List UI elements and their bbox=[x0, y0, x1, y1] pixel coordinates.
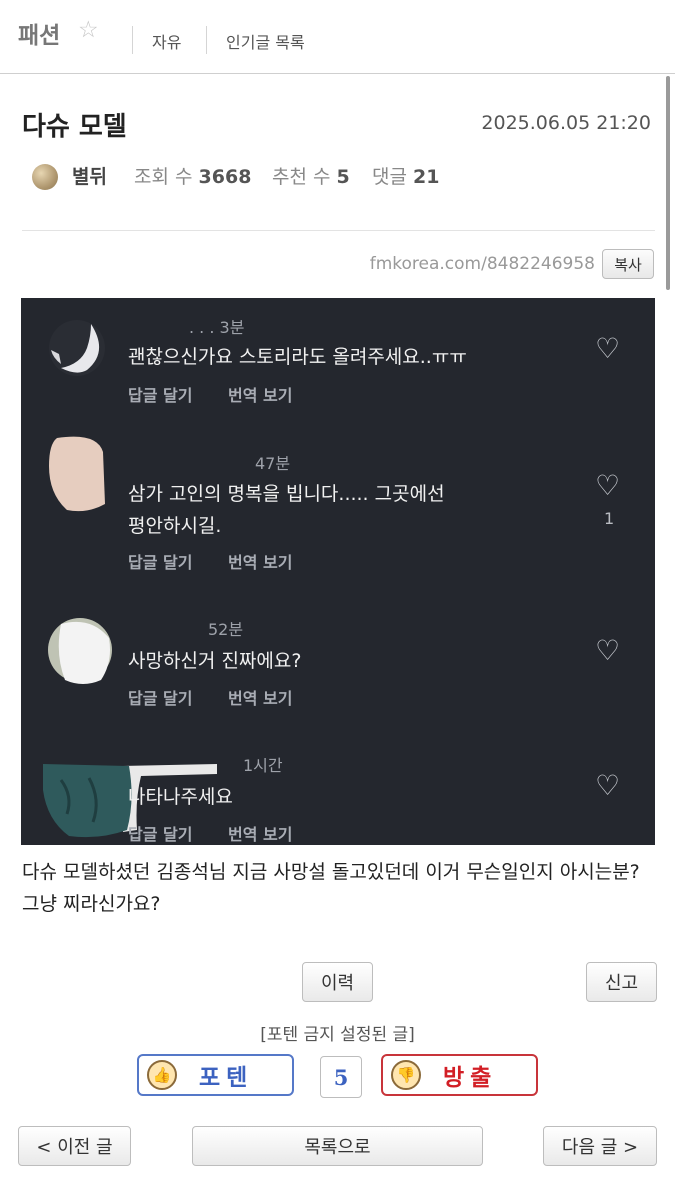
tab-popular-list[interactable]: 인기글 목록 bbox=[226, 29, 305, 53]
comment-text: 삼가 고인의 명복을 빕니다..... 그곳에선 평안하시길. bbox=[128, 483, 445, 537]
author-avatar[interactable] bbox=[32, 164, 58, 190]
like-count: 1 bbox=[604, 509, 615, 528]
thumbs-up-face-icon: 👍 bbox=[147, 1060, 177, 1090]
comment-time: 47분 bbox=[255, 454, 291, 473]
embedded-screenshot: . . . 3분 괜찮으신가요 스토리라도 올려주세요..ㅠㅠ 답글 달기 번역… bbox=[21, 298, 655, 845]
comment-count[interactable]: 댓글 21 bbox=[372, 162, 439, 189]
back-to-list-button[interactable]: 목록으로 bbox=[192, 1126, 483, 1166]
translate-link: 번역 보기 bbox=[228, 553, 293, 572]
comment-time: 52분 bbox=[208, 620, 244, 639]
nav-divider bbox=[206, 26, 207, 54]
nav-divider bbox=[132, 26, 133, 54]
translate-link: 번역 보기 bbox=[228, 825, 293, 844]
heart-icon: ♡ bbox=[595, 469, 621, 502]
comment-text: 사망하신거 진짜에요? bbox=[128, 650, 302, 672]
thumbs-down-face-icon: 👎 bbox=[391, 1060, 421, 1090]
comment-time: 1시간 bbox=[243, 756, 283, 775]
commenter-avatar bbox=[47, 614, 113, 686]
vote-count: 추천 수 5 bbox=[272, 166, 350, 188]
potential-ban-notice: [포텐 금지 설정된 글] bbox=[260, 1025, 415, 1045]
board-header: 패션 ☆ 자유 인기글 목록 bbox=[0, 0, 675, 74]
favorite-star-icon[interactable]: ☆ bbox=[78, 19, 99, 42]
reply-link: 답글 달기 bbox=[128, 689, 193, 708]
next-post-button[interactable]: 다음 글 > bbox=[543, 1126, 657, 1166]
history-button[interactable]: 이력 bbox=[302, 962, 373, 1002]
divider bbox=[22, 230, 655, 231]
scrollbar-thumb[interactable] bbox=[666, 76, 670, 290]
heart-icon: ♡ bbox=[595, 769, 621, 802]
reply-link: 답글 달기 bbox=[128, 386, 193, 405]
vote-total: 5 bbox=[320, 1056, 362, 1098]
commenter-avatar bbox=[47, 318, 107, 378]
downvote-button[interactable]: 👎 방출 bbox=[381, 1054, 538, 1096]
author-name[interactable]: 별뒤 bbox=[72, 162, 107, 189]
post-body: 다슈 모델하셨던 김종석님 지금 사망설 돌고있던데 이거 무슨일인지 아시는분… bbox=[22, 861, 640, 915]
report-button[interactable]: 신고 bbox=[586, 962, 657, 1002]
translate-link: 번역 보기 bbox=[228, 689, 293, 708]
upvote-button[interactable]: 👍 포텐 bbox=[137, 1054, 294, 1096]
previous-post-button[interactable]: < 이전 글 bbox=[18, 1126, 131, 1166]
heart-icon: ♡ bbox=[595, 332, 621, 365]
upvote-label: 포텐 bbox=[199, 1064, 254, 1091]
downvote-label: 방출 bbox=[443, 1064, 498, 1091]
heart-icon: ♡ bbox=[595, 634, 621, 667]
translate-link: 번역 보기 bbox=[228, 386, 293, 405]
post-title: 다슈 모델 bbox=[22, 112, 127, 142]
view-count: 조회 수 3668 bbox=[134, 166, 252, 188]
tab-free[interactable]: 자유 bbox=[152, 29, 181, 53]
board-name[interactable]: 패션 bbox=[18, 16, 60, 50]
commenter-avatar bbox=[47, 434, 107, 514]
comment-text: 괜찮으신가요 스토리라도 올려주세요..ㅠㅠ bbox=[128, 346, 467, 368]
post-date: 2025.06.05 21:20 bbox=[481, 112, 651, 134]
copy-url-button[interactable]: 복사 bbox=[602, 249, 654, 279]
reply-link: 답글 달기 bbox=[128, 825, 193, 844]
comment-text: 나타나주세요 bbox=[128, 786, 233, 808]
comment-time: . . . 3분 bbox=[189, 318, 245, 337]
post-url[interactable]: fmkorea.com/8482246958 bbox=[370, 254, 595, 274]
reply-link: 답글 달기 bbox=[128, 553, 193, 572]
